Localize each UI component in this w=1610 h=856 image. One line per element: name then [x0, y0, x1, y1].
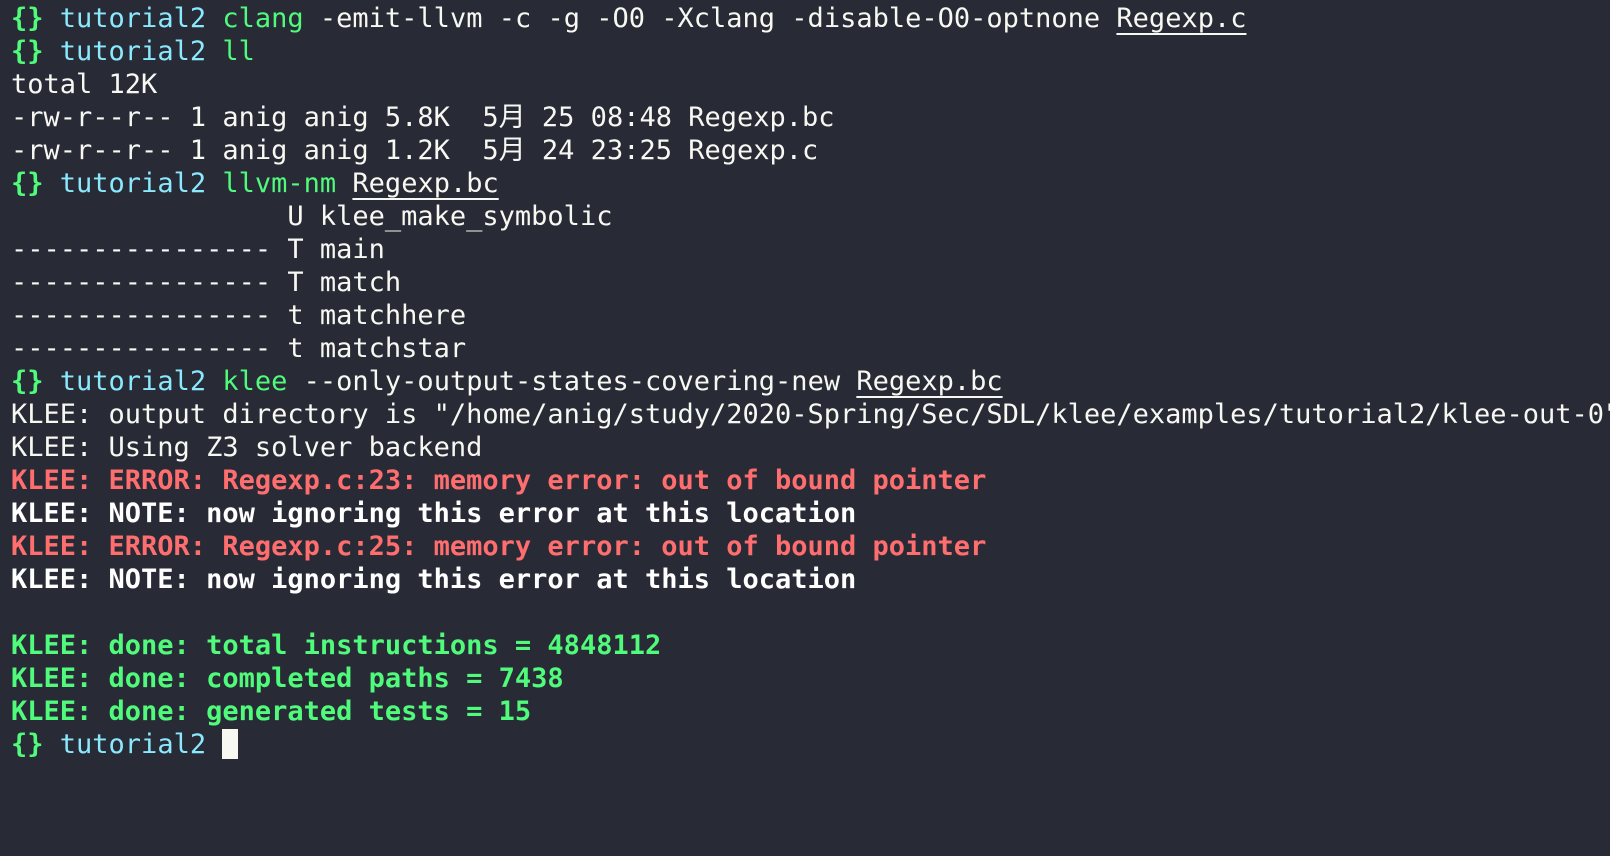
- command-file-arg[interactable]: Regexp.c: [1116, 3, 1246, 34]
- command-name: clang: [222, 3, 304, 34]
- command-name: ll: [222, 36, 255, 67]
- prompt-symbol: {}: [11, 366, 44, 397]
- prompt-cwd: tutorial2: [59, 36, 207, 67]
- terminal-line-prompt-active[interactable]: {} tutorial2: [11, 726, 1610, 764]
- command-file-arg[interactable]: Regexp.bc: [352, 168, 498, 199]
- command-name: llvm-nm: [222, 168, 337, 199]
- prompt-cwd: tutorial2: [59, 366, 207, 397]
- text-cursor[interactable]: [222, 729, 239, 759]
- prompt-cwd: tutorial2: [59, 3, 207, 34]
- prompt-symbol: {}: [11, 729, 44, 760]
- command-args: -emit-llvm -c -g -O0 -Xclang -disable-O0…: [303, 3, 1117, 34]
- command-args: [336, 168, 352, 199]
- command-name: klee: [222, 366, 288, 397]
- prompt-cwd: tutorial2: [59, 168, 207, 199]
- command-args: --only-output-states-covering-new: [287, 366, 857, 397]
- command-file-arg[interactable]: Regexp.bc: [856, 366, 1002, 397]
- prompt-symbol: {}: [11, 3, 44, 34]
- prompt-symbol: {}: [11, 36, 44, 67]
- prompt-symbol: {}: [11, 168, 44, 199]
- prompt-cwd: tutorial2: [59, 729, 207, 760]
- terminal-window[interactable]: {} tutorial2 clang -emit-llvm -c -g -O0 …: [0, 0, 1610, 856]
